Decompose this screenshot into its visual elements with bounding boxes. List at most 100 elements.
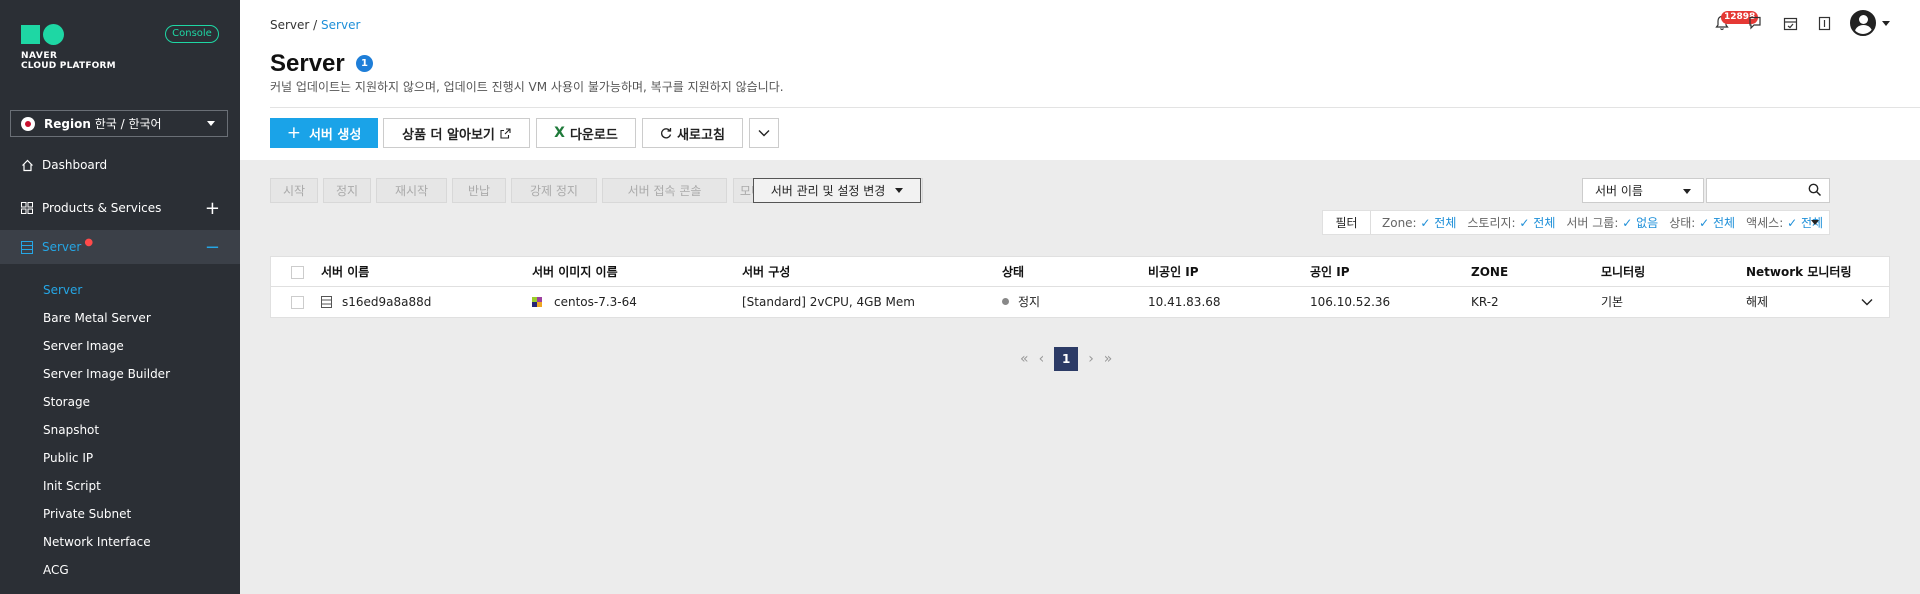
next-page-icon[interactable]: › (1088, 351, 1094, 367)
filter-key: Zone: (1382, 216, 1417, 230)
row-checkbox[interactable] (291, 296, 304, 309)
prev-page-icon[interactable]: ‹ (1039, 351, 1045, 367)
server-count-badge: 1 (356, 55, 373, 72)
search-field-label: 서버 이름 (1595, 184, 1643, 198)
breadcrumb-root[interactable]: Server / (270, 18, 317, 32)
filter-expand-caret-icon[interactable] (1811, 220, 1819, 225)
cell-spec: [Standard] 2vCPU, 4GB Mem (742, 295, 915, 309)
filter-item[interactable]: 서버 그룹: ✓ 없음 (1566, 214, 1658, 231)
check-icon: ✓ (1618, 216, 1637, 230)
search-icon[interactable] (1808, 183, 1822, 197)
cell-public-ip: 106.10.52.36 (1310, 295, 1391, 309)
more-toolbar-button[interactable] (749, 118, 779, 148)
nav-server[interactable]: Server ● − (0, 230, 240, 264)
last-page-icon[interactable]: » (1104, 351, 1113, 367)
breadcrumb-current[interactable]: Server (321, 18, 360, 32)
select-all-checkbox[interactable] (291, 266, 304, 279)
filter-key: 상태: (1669, 216, 1696, 230)
divider (270, 107, 1920, 108)
nav-server-label: Server (42, 240, 82, 254)
subnav-item-private-subnet[interactable]: Private Subnet (43, 507, 131, 521)
calendar-button[interactable] (1780, 12, 1800, 34)
naver-cloud-logo[interactable]: NAVER CLOUD PLATFORM (21, 24, 116, 71)
column-header[interactable]: 서버 구성 (742, 257, 790, 287)
column-header[interactable]: Network 모니터링 (1746, 257, 1852, 287)
column-header[interactable]: 공인 IP (1310, 257, 1350, 287)
force-stop-button[interactable]: 강제 정지 (511, 178, 597, 203)
manage-settings-dropdown[interactable]: 서버 관리 및 설정 변경 (753, 178, 921, 203)
filter-item[interactable]: 스토리지: ✓ 전체 (1467, 214, 1555, 231)
logo-line2: CLOUD PLATFORM (21, 61, 116, 71)
calendar-icon (1783, 17, 1797, 30)
column-header[interactable]: 서버 이미지 이름 (532, 257, 618, 287)
status-dot-icon (1002, 298, 1009, 305)
table-row[interactable]: s16ed9a8a88d centos-7.3-64 [Standard] 2vCP… (271, 287, 1889, 317)
status-text: 정지 (1018, 295, 1041, 309)
notification-button[interactable]: 12898 (1712, 11, 1759, 34)
cell-name: s16ed9a8a88d (321, 287, 431, 317)
filter-button[interactable]: 필터 (1323, 211, 1371, 234)
column-header[interactable]: ZONE (1471, 257, 1508, 287)
console-badge[interactable]: Console (165, 25, 219, 43)
page-title: Server (270, 50, 345, 77)
cell-status: 정지 (1002, 287, 1040, 317)
row-expand-chevron-icon[interactable] (1861, 295, 1873, 309)
cell-private-ip: 10.41.83.68 (1148, 295, 1221, 309)
filter-item[interactable]: Zone: ✓ 전체 (1382, 214, 1456, 231)
first-page-icon[interactable]: « (1020, 351, 1029, 367)
subnav-item-snapshot[interactable]: Snapshot (43, 423, 99, 437)
restart-button[interactable]: 재시작 (376, 178, 447, 203)
page-1-button[interactable]: 1 (1054, 347, 1079, 371)
region-label: Region (44, 117, 91, 131)
subnav-item-server[interactable]: Server (43, 283, 82, 297)
cell-monitoring: 기본 (1601, 295, 1624, 309)
chevron-down-icon[interactable] (1882, 20, 1890, 26)
expand-plus-icon[interactable]: + (205, 198, 220, 219)
download-button[interactable]: X 다운로드 (536, 118, 636, 148)
region-select[interactable]: Region 한국 / 한국어 (10, 110, 228, 137)
server-name-text[interactable]: s16ed9a8a88d (342, 295, 431, 309)
return-button[interactable]: 반납 (452, 178, 506, 203)
subnav-item-server-image[interactable]: Server Image (43, 339, 124, 353)
column-header[interactable]: 비공인 IP (1148, 257, 1199, 287)
check-icon: ✓ (1515, 216, 1534, 230)
region-value: 한국 / 한국어 (94, 117, 162, 131)
cell-zone: KR-2 (1471, 295, 1499, 309)
start-button[interactable]: 시작 (270, 178, 318, 203)
refresh-label: 새로고침 (677, 127, 725, 143)
column-header[interactable]: 모니터링 (1601, 257, 1645, 287)
user-menu-button[interactable] (1848, 10, 1878, 36)
subnav-item-network-interface[interactable]: Network Interface (43, 535, 151, 549)
document-button[interactable] (1814, 12, 1834, 34)
nav-products-services[interactable]: Products & Services + (0, 191, 240, 225)
nav-dashboard[interactable]: Dashboard (0, 148, 240, 182)
refresh-button[interactable]: 새로고침 (642, 118, 743, 148)
filter-bar: 필터 Zone: ✓ 전체 스토리지: ✓ 전체 서버 그룹: ✓ 없음 상태: ✓ … (1322, 210, 1830, 235)
stop-button[interactable]: 정지 (323, 178, 371, 203)
filter-value: 전체 (1713, 216, 1736, 230)
document-icon (1818, 16, 1830, 30)
column-header[interactable]: 상태 (1002, 257, 1024, 287)
logo-line1: NAVER (21, 51, 58, 61)
server-icon (321, 295, 332, 308)
column-header[interactable]: 서버 이름 (321, 257, 369, 287)
create-server-button[interactable]: + 서버 생성 (270, 118, 378, 148)
search-field-select[interactable]: 서버 이름 (1582, 178, 1704, 203)
main-content: Server / Server 12898 Server 1 커널 업데이트는 … (240, 0, 1920, 594)
subnav-item-public-ip[interactable]: Public IP (43, 451, 93, 465)
subnav-item-bare-metal-server[interactable]: Bare Metal Server (43, 311, 151, 325)
collapse-minus-icon[interactable]: − (205, 237, 220, 258)
learn-more-button[interactable]: 상품 더 알아보기 (383, 118, 530, 148)
excel-icon: X (554, 125, 565, 141)
chevron-down-icon (1683, 189, 1691, 194)
subnav-item-server-image-builder[interactable]: Server Image Builder (43, 367, 170, 381)
subnav-item-acg[interactable]: ACG (43, 563, 69, 577)
subnav-item-storage[interactable]: Storage (43, 395, 90, 409)
filter-key: 서버 그룹: (1566, 216, 1619, 230)
subnav-item-init-script[interactable]: Init Script (43, 479, 101, 493)
filter-item[interactable]: 상태: ✓ 전체 (1669, 214, 1735, 231)
centos-icon (532, 296, 542, 307)
filter-value: 없음 (1636, 216, 1659, 230)
server-console-button[interactable]: 서버 접속 콘솔 (602, 178, 727, 203)
chat-button[interactable] (1746, 12, 1766, 34)
